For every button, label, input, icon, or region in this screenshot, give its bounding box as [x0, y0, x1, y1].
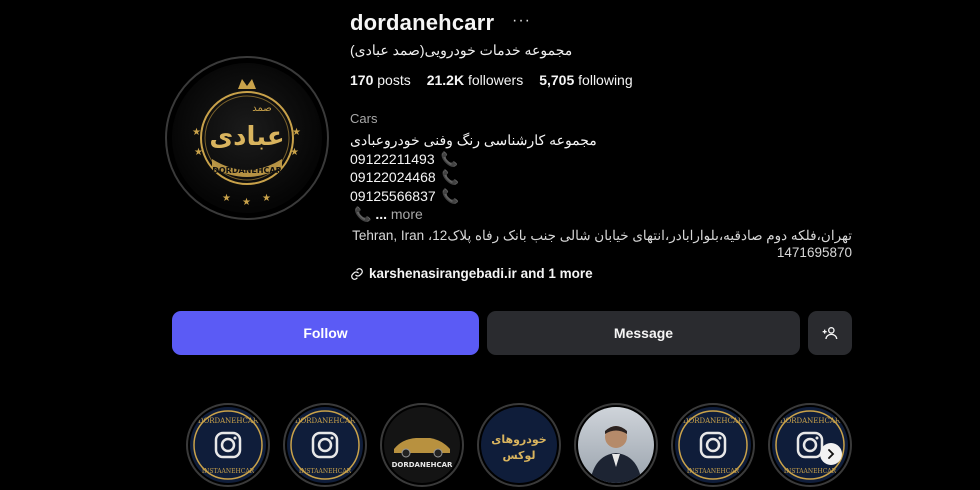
highlight-item[interactable]: DORDANEHCAR INSTAANEHCAR: [283, 403, 367, 487]
bio-ellipsis: ...: [375, 206, 387, 222]
badge-ring-top-text: DORDANEHCAR: [780, 417, 841, 425]
followers-count: 21.2K: [426, 72, 465, 88]
highlight-item[interactable]: DORDANEHCAR INSTAANEHCAR: [671, 403, 755, 487]
highlight-cover: DORDANEHCAR INSTAANEHCAR: [675, 407, 751, 483]
more-options-icon[interactable]: ···: [512, 12, 531, 30]
profile-full-name: مجموعه خدمات خودرویی(صمد عبادی): [350, 42, 573, 58]
highlight-item[interactable]: DORDANEHCAR INSTAANEHCAR: [186, 403, 270, 487]
suggested-users-button[interactable]: [808, 311, 852, 355]
highlight-cover: DORDANEHCAR INSTAANEHCAR: [287, 407, 363, 483]
highlight-cover: DORDANEHCAR: [384, 407, 460, 483]
bio-phone-3-row: 09125566837 📞: [350, 187, 855, 206]
highlights-next-button[interactable]: [820, 443, 842, 465]
profile-stats: 170 posts 21.2K followers 5,705 followin…: [350, 72, 633, 88]
avatar-logo-top-text: صمد: [252, 103, 272, 114]
badge-ring-top-text: DORDANEHCAR: [295, 417, 356, 425]
highlight-cover: خودروهای لوکس: [481, 407, 557, 483]
bio-phone-1: 09122211493: [350, 150, 435, 167]
badge-ring-bottom-text: INSTAANEHCAR: [687, 468, 740, 475]
add-user-icon: [822, 327, 838, 340]
profile-bio: مجموعه کارشناسی رنگ وفنی خودروعبادی 0912…: [350, 131, 855, 261]
instagram-icon: [214, 431, 242, 459]
svg-text:★: ★: [242, 197, 251, 208]
svg-text:★: ★: [222, 193, 231, 204]
phone-icon: 📞: [440, 150, 459, 167]
posts-stat: 170 posts: [350, 72, 411, 88]
car-caption: DORDANEHCAR: [392, 461, 453, 469]
following-label: following: [578, 72, 633, 88]
svg-text:★: ★: [290, 147, 299, 158]
bio-address: تهران،فلکه دوم صادقیه،بلوارابادر،انتهای …: [352, 227, 852, 260]
svg-text:★: ★: [292, 127, 301, 138]
bio-more-link[interactable]: more: [391, 206, 423, 222]
avatar-logo-main-text: عبادی: [209, 122, 284, 152]
bio-line-1: مجموعه کارشناسی رنگ وفنی خودروعبادی: [350, 132, 597, 148]
highlight-item[interactable]: DORDANEHCAR: [380, 403, 464, 487]
follow-button[interactable]: Follow: [172, 311, 479, 355]
profile-username: dordanehcarr: [350, 10, 495, 35]
crown-icon: [238, 79, 256, 89]
phone-icon: 📞: [441, 169, 460, 185]
phone-icon: 📞: [441, 187, 460, 204]
followers-label: followers: [467, 72, 524, 88]
following-count: 5,705: [539, 72, 575, 88]
message-button-label: Message: [613, 325, 674, 341]
badge-ring-bottom-text: INSTAANEHCAR: [784, 468, 837, 475]
phone-icon: 📞: [354, 206, 372, 222]
instagram-icon: [699, 431, 727, 459]
svg-text:★: ★: [194, 147, 203, 158]
profile-avatar[interactable]: ★ ★ ★ ★ ★ ★ ★ صمد عبادی DORDANEHCAR: [165, 56, 329, 220]
followers-stat[interactable]: 21.2K followers: [427, 72, 524, 88]
profile-category: Cars: [350, 111, 378, 126]
avatar-logo: ★ ★ ★ ★ ★ ★ ★ صمد عبادی DORDANEHCAR: [172, 63, 322, 213]
avatar-logo-graphic: ★ ★ ★ ★ ★ ★ ★ صمد عبادی DORDANEHCAR: [192, 79, 301, 208]
badge-ring-top-text: DORDANEHCAR: [198, 417, 259, 425]
follow-button-label: Follow: [303, 325, 348, 341]
instagram-icon: [796, 431, 824, 459]
bio-phone-2-row: 09122024468 📞: [350, 168, 855, 187]
message-button[interactable]: Message: [487, 311, 800, 355]
instagram-badge-graphic: DORDANEHCAR INSTAANEHCAR: [678, 410, 748, 480]
following-stat[interactable]: 5,705 following: [539, 72, 632, 88]
badge-ring-bottom-text: INSTAANEHCAR: [202, 468, 255, 475]
luxury-cars-graphic: خودروهای لوکس: [491, 433, 546, 462]
instagram-badge-graphic: DORDANEHCAR INSTAANEHCAR: [193, 410, 263, 480]
highlight-cover: DORDANEHCAR INSTAANEHCAR: [190, 407, 266, 483]
svg-text:★: ★: [262, 193, 271, 204]
posts-label: posts: [377, 72, 411, 88]
highlight-item[interactable]: DORDANEHCAR INSTAANEHCAR: [768, 403, 852, 487]
badge-ring-top-text: DORDANEHCAR: [683, 417, 744, 425]
person-graphic: [590, 426, 642, 483]
link-icon: [351, 267, 363, 280]
car-graphic: DORDANEHCAR: [392, 438, 453, 469]
highlight-item[interactable]: [574, 403, 658, 487]
highlight-text-line-1: خودروهای: [491, 433, 546, 446]
avatar-logo-bottom-text: DORDANEHCAR: [212, 166, 282, 175]
bio-phone-1-row: 09122211493 📞: [350, 150, 855, 169]
bio-phone-3: 09125566837: [350, 187, 436, 204]
profile-external-link[interactable]: karshenasirangebadi.ir and 1 more: [350, 266, 593, 281]
highlight-text-line-2: لوکس: [503, 449, 536, 462]
highlight-cover: [578, 407, 654, 483]
highlight-item[interactable]: خودروهای لوکس: [477, 403, 561, 487]
bio-phone-2: 09122024468: [350, 169, 436, 185]
posts-count: 170: [350, 72, 374, 88]
story-highlights: DORDANEHCAR INSTAANEHCAR DORDANEHCAR INS…: [186, 403, 856, 490]
chevron-right-icon: [828, 449, 835, 459]
bio-more-row: 📞 ... more: [350, 205, 855, 224]
external-link-text: karshenasirangebadi.ir and 1 more: [369, 266, 593, 281]
instagram-badge-graphic: DORDANEHCAR INSTAANEHCAR: [290, 410, 360, 480]
badge-ring-bottom-text: INSTAANEHCAR: [299, 468, 352, 475]
instagram-icon: [311, 431, 339, 459]
svg-text:★: ★: [192, 127, 201, 138]
